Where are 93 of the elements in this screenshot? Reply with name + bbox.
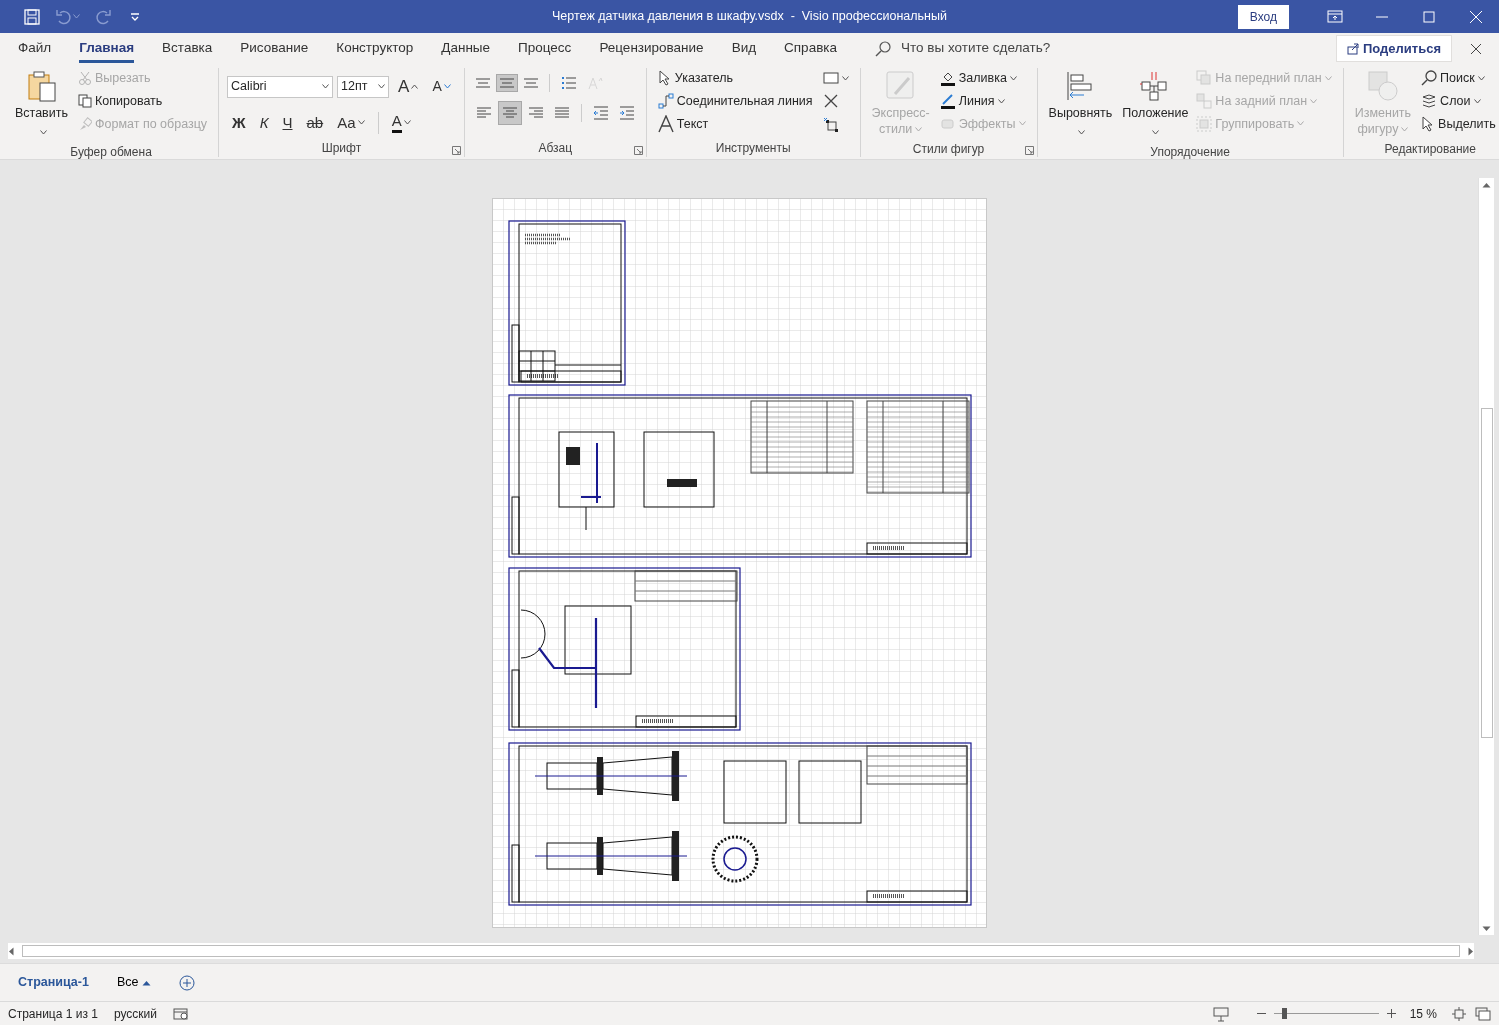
group-label: Шрифт [320, 140, 363, 157]
ribbon-tab[interactable]: Главная [65, 34, 149, 63]
connector-icon [657, 93, 674, 110]
ribbon-button[interactable]: Поиск [1418, 68, 1499, 89]
ribbon-button[interactable]: Выделить [1418, 113, 1499, 135]
layers-icon [1421, 93, 1438, 110]
ribbon-tab[interactable]: Рецензирование [585, 34, 718, 63]
page-count: Страница 1 из 1 [8, 1005, 98, 1023]
format-button[interactable]: A [427, 74, 456, 100]
group-label: Инструменты [714, 140, 792, 157]
text-tool-icon [657, 114, 674, 133]
window-title: Чертеж датчика давления в шкафу.vsdx - Visio профессиональный [552, 8, 947, 26]
close-ribbon-icon[interactable] [1468, 41, 1483, 56]
caret-icon [73, 14, 80, 19]
group-label: Стили фигур [911, 140, 986, 158]
tell-me-field[interactable]: Что вы хотите сделать? [899, 37, 1160, 60]
maximize-icon[interactable] [1420, 8, 1437, 25]
scroll-down-icon[interactable] [1482, 926, 1491, 932]
zoom-slider[interactable] [1282, 1008, 1288, 1019]
page-tab[interactable]: Страница-1 [8, 969, 99, 996]
caret-icon [378, 84, 386, 90]
share-button[interactable]: Поделиться [1335, 34, 1452, 63]
zoom-in-icon[interactable] [1386, 1009, 1396, 1018]
dialog-launcher-icon[interactable] [451, 146, 461, 155]
ribbon-display-icon[interactable] [1326, 8, 1343, 25]
ribbon-tab[interactable]: Справка [770, 34, 852, 63]
font-field[interactable]: 12пт [337, 75, 390, 98]
ribbon-tab[interactable]: Вставка [148, 34, 227, 63]
switch-windows-icon[interactable] [1475, 1006, 1491, 1021]
group-label: Упорядочение [1149, 143, 1231, 161]
presentation-mode-icon[interactable] [1212, 1005, 1229, 1022]
ribbon-tab[interactable]: Процесс [504, 34, 586, 63]
format-button[interactable]: ab [301, 109, 329, 136]
format-button[interactable]: A [386, 111, 416, 135]
sign-in-button[interactable]: Вход [1237, 4, 1289, 29]
language-indicator[interactable]: русский [113, 1004, 157, 1023]
format-button[interactable]: A [393, 72, 424, 102]
fill-icon [939, 70, 956, 87]
group-label: Буфер обмена [69, 143, 153, 161]
dialog-launcher-icon[interactable] [1024, 146, 1034, 155]
fit-page-icon[interactable] [1451, 1006, 1467, 1021]
ribbon-tab[interactable]: Файл [4, 34, 66, 63]
close-icon[interactable] [1467, 8, 1484, 25]
ribbon-tab[interactable]: Рисование [226, 34, 323, 63]
group-label: Абзац [537, 140, 574, 157]
format-button[interactable]: Ж [227, 109, 251, 136]
quick-styles-icon [884, 70, 917, 102]
copy-icon [78, 94, 92, 109]
all-pages-button[interactable]: Все [106, 969, 162, 996]
send-back-icon [1196, 93, 1213, 110]
add-page-icon[interactable] [179, 974, 196, 991]
macro-record-icon[interactable] [173, 1006, 189, 1021]
zoom-level[interactable]: 15 % [1409, 1004, 1437, 1023]
ribbon-large-button[interactable]: Вставить [12, 68, 71, 143]
brush-icon [78, 116, 92, 131]
pointer-icon [657, 70, 672, 87]
ribbon-button[interactable]: Копировать [75, 90, 211, 112]
format-button[interactable]: Аа [332, 109, 370, 136]
ribbon-button[interactable]: Соединительная линия [654, 90, 816, 112]
line-icon [939, 93, 956, 110]
shrink-icon [443, 84, 451, 90]
scroll-right-icon[interactable] [1468, 946, 1474, 956]
search-icon [1421, 70, 1438, 87]
ribbon-large-button[interactable]: Выровнять [1045, 68, 1116, 143]
ribbon-tab[interactable]: Данные [427, 34, 505, 63]
ribbon-large-button[interactable]: Положение [1119, 68, 1190, 143]
format-button[interactable]: К [254, 109, 274, 136]
ribbon-button[interactable]: Заливка [936, 68, 1029, 89]
share-icon [1346, 42, 1359, 55]
group-label: Редактирование [1383, 140, 1477, 158]
vertical-scrollbar[interactable] [1478, 178, 1494, 935]
horizontal-scrollbar[interactable] [8, 943, 1474, 959]
search-icon [875, 40, 892, 57]
font-field[interactable]: Calibri [227, 75, 334, 98]
paste-icon [25, 70, 58, 102]
ribbon-button[interactable]: Текст [654, 113, 816, 135]
scissors-icon [78, 71, 92, 86]
scroll-up-icon[interactable] [1482, 182, 1491, 188]
caret-icon [142, 979, 152, 986]
grow-icon [411, 84, 419, 90]
ribbon-button[interactable]: Слои [1418, 90, 1499, 112]
format-button[interactable]: Ч [277, 109, 298, 136]
scroll-left-icon[interactable] [8, 946, 14, 956]
save-icon[interactable] [23, 7, 41, 26]
dialog-launcher-icon[interactable] [633, 146, 643, 155]
caret-icon [322, 84, 330, 90]
ribbon-tab[interactable]: Конструктор [322, 34, 428, 63]
ribbon-button[interactable]: Указатель [654, 68, 816, 89]
bring-front-icon [1196, 70, 1213, 87]
group-icon [1196, 115, 1213, 132]
change-shape-icon [1366, 70, 1399, 102]
ribbon-button[interactable]: Линия [936, 90, 1029, 112]
ribbon-tab[interactable]: Вид [717, 34, 771, 63]
